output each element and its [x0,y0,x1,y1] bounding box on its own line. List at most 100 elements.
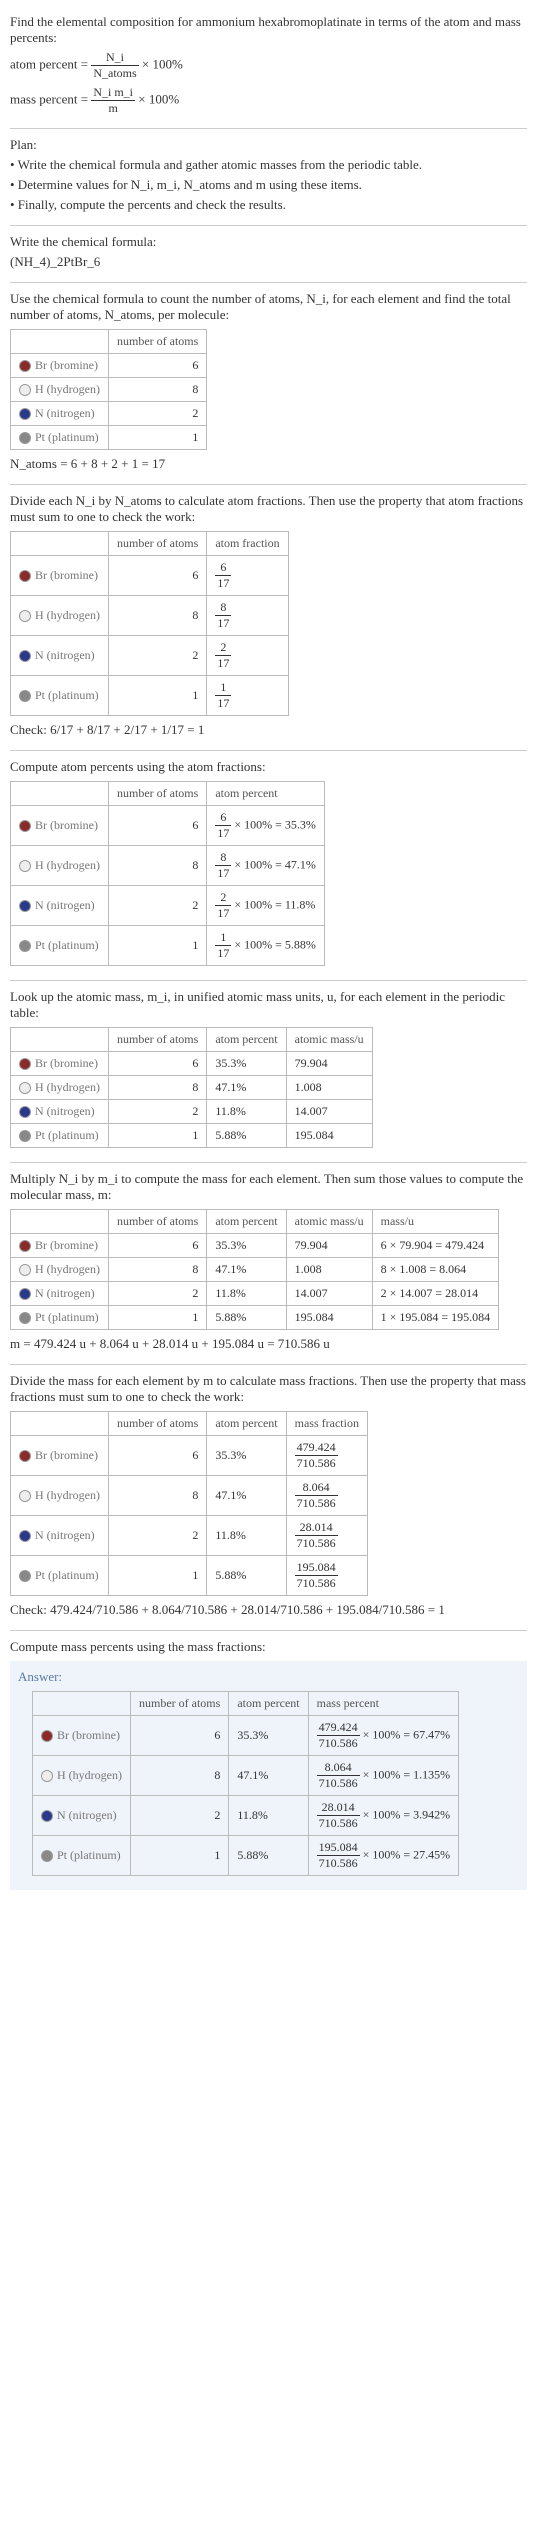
table-row: N (nitrogen)2 [11,402,207,426]
intro-text: Find the elemental composition for ammon… [10,14,527,46]
answer-table: number of atoms atom percent mass percen… [32,1691,459,1876]
atom-percent-frac: N_iN_atoms [91,50,138,81]
mass-cell: 195.084 [286,1124,372,1148]
empty-header [11,532,109,556]
atoms-cell: 6 [108,1234,206,1258]
element-dot-icon [41,1730,53,1742]
percent-cell: 11.8% [207,1516,286,1556]
table-row: Br (bromine) 6 [11,354,207,378]
element-dot-icon [19,940,31,952]
fraction: 117 [215,680,231,711]
table-row: N (nitrogen)211.8%28.014710.586 × 100% =… [33,1796,459,1836]
fraction: 117 [215,930,231,961]
table-row: Br (bromine)6617 × 100% = 35.3% [11,806,325,846]
fraction: 479.424710.586 [295,1440,338,1471]
massu-cell: 1 × 195.084 = 195.084 [372,1306,499,1330]
percent-cell: 617 × 100% = 35.3% [207,806,325,846]
element-cell: Pt (platinum) [33,1836,131,1876]
percent-cell: 117 × 100% = 5.88% [207,926,325,966]
element-cell: Br (bromine) [11,1234,109,1258]
massfrac-table: number of atoms atom percent mass fracti… [10,1411,368,1596]
element-dot-icon [19,1130,31,1142]
atoms-cell: 8 [108,1076,206,1100]
percent-cell: 5.88% [207,1306,286,1330]
mass-cell: 14.007 [286,1282,372,1306]
table-row: H (hydrogen)8817 [11,596,289,636]
empty-header [33,1692,131,1716]
atoms-cell: 8 [108,378,206,402]
formula-section: Write the chemical formula: (NH_4)_2PtBr… [10,234,527,283]
plan-section: Plan: • Write the chemical formula and g… [10,137,527,226]
element-name: N (nitrogen) [35,1104,95,1118]
empty-header [11,1028,109,1052]
check-label: Check: [10,722,47,737]
element-dot-icon [19,1106,31,1118]
element-dot-icon [19,1264,31,1276]
table-header-row: number of atoms atom fraction [11,532,289,556]
table-row: H (hydrogen)8 [11,378,207,402]
atoms-cell: 6 [108,556,206,596]
table-row: Br (bromine)635.3%79.904 [11,1052,373,1076]
atoms-cell: 1 [108,1556,206,1596]
table-row: Br (bromine)635.3%79.9046 × 79.904 = 479… [11,1234,499,1258]
fraction: 479.424710.586 [317,1720,360,1751]
masspct-heading: Compute mass percents using the mass fra… [10,1639,527,1655]
element-cell: Pt (platinum) [11,1306,109,1330]
element-dot-icon [19,610,31,622]
header-fraction: atom fraction [207,532,288,556]
table-row: H (hydrogen)8817 × 100% = 47.1% [11,846,325,886]
percent-cell: 11.8% [207,1282,286,1306]
atoms-cell: 8 [108,1476,206,1516]
atoms-cell: 1 [108,1306,206,1330]
table-row: H (hydrogen)847.1%8.064710.586 × 100% = … [33,1756,459,1796]
table-row: Pt (platinum)15.88%195.084710.586 × 100%… [33,1836,459,1876]
plan-heading: Plan: [10,137,527,153]
element-cell: Pt (platinum) [11,1124,109,1148]
mass-cell: 14.007 [286,1100,372,1124]
table-row: N (nitrogen)211.8%28.014710.586 [11,1516,368,1556]
element-cell: H (hydrogen) [11,1258,109,1282]
element-dot-icon [19,860,31,872]
element-dot-icon [19,650,31,662]
header-mass: atomic mass/u [286,1028,372,1052]
atoms-cell: 6 [108,354,206,378]
count-heading: Use the chemical formula to count the nu… [10,291,527,323]
check-math: 479.424/710.586 + 8.064/710.586 + 28.014… [50,1602,445,1617]
percent-cell: 47.1% [229,1756,308,1796]
element-name: H (hydrogen) [57,1768,122,1782]
table-row: N (nitrogen)211.8%14.007 [11,1100,373,1124]
element-name: Pt (platinum) [35,430,99,444]
element-dot-icon [19,1450,31,1462]
masspct-cell: 479.424710.586 × 100% = 67.47% [308,1716,459,1756]
percent-cell: 35.3% [207,1436,286,1476]
count-table: number of atoms Br (bromine)6H (hydrogen… [10,329,207,450]
element-name: Br (bromine) [35,358,98,372]
atoms-cell: 8 [130,1756,228,1796]
fraction: 617 [215,560,231,591]
massfrac-cell: 8.064710.586 [286,1476,367,1516]
element-name: Pt (platinum) [57,1848,121,1862]
fraction: 195.084710.586 [317,1840,360,1871]
header-pct: atom percent [229,1692,308,1716]
element-cell: Br (bromine) [11,1436,109,1476]
table-row: Pt (platinum)15.88%195.0841 × 195.084 = … [11,1306,499,1330]
table-row: Br (bromine)6617 [11,556,289,596]
massu-table: number of atoms atom percent atomic mass… [10,1209,499,1330]
element-name: N (nitrogen) [35,1528,95,1542]
atom-percent-label: atom percent = [10,56,88,71]
atoms-cell: 6 [130,1716,228,1756]
header-mass: atomic mass/u [286,1210,372,1234]
plan-bullet-2: • Determine values for N_i, m_i, N_atoms… [10,177,527,193]
fraction-cell: 117 [207,676,288,716]
table-row: H (hydrogen)847.1%8.064710.586 [11,1476,368,1516]
element-name: H (hydrogen) [35,608,100,622]
mass-cell: 1.008 [286,1258,372,1282]
massfrac-check: Check: 479.424/710.586 + 8.064/710.586 +… [10,1602,527,1618]
atoms-cell: 8 [108,846,206,886]
element-cell: H (hydrogen) [11,846,109,886]
fraction-cell: 817 [207,596,288,636]
table-header-row: number of atoms atom percent [11,782,325,806]
percent-cell: 35.3% [229,1716,308,1756]
element-cell: H (hydrogen) [11,378,109,402]
fraction: 817 [215,850,231,881]
